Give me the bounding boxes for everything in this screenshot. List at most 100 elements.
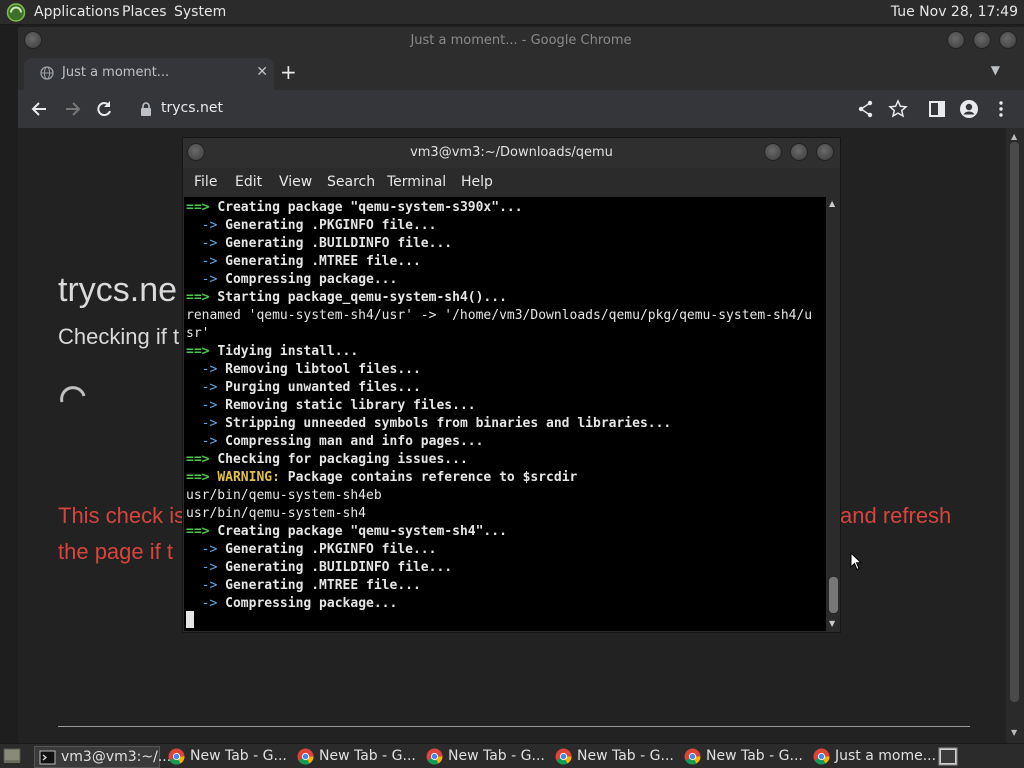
chrome-icon bbox=[555, 748, 572, 765]
site-warning-refresh: and refresh bbox=[840, 503, 952, 528]
lock-icon[interactable] bbox=[140, 102, 152, 116]
taskbar-label: vm3@vm3:~/... bbox=[61, 749, 172, 765]
chrome-toolbar: trycs.net bbox=[18, 90, 1024, 128]
terminal-scrollbar-thumb[interactable] bbox=[829, 577, 838, 613]
address-bar[interactable]: trycs.net bbox=[128, 94, 868, 124]
terminal-scroll-down-icon[interactable]: ▼ bbox=[829, 619, 835, 628]
chrome-icon bbox=[426, 748, 443, 765]
terminal-minimize-button[interactable] bbox=[764, 143, 782, 161]
terminal-scroll-up-icon[interactable]: ▲ bbox=[829, 199, 835, 208]
forward-arrow-icon[interactable] bbox=[62, 99, 82, 119]
bookmark-star-icon[interactable] bbox=[888, 99, 908, 119]
terminal-line: ==> Starting package_qemu-system-sh4()..… bbox=[186, 290, 507, 305]
taskbar-label: New Tab - G... bbox=[319, 748, 416, 764]
taskbar-button[interactable]: New Tab - G... bbox=[680, 746, 806, 768]
bottom-panel: vm3@vm3:~/... New Tab - G... New Tab - G..… bbox=[0, 743, 1024, 768]
terminal-line: -> Generating .PKGINFO file... bbox=[186, 542, 437, 557]
workspace-switcher-icon[interactable] bbox=[938, 747, 958, 766]
globe-icon bbox=[40, 66, 54, 80]
taskbar-button[interactable]: New Tab - G... bbox=[293, 746, 419, 768]
site-checking-text: Checking if t bbox=[58, 324, 180, 349]
tab-label: Just a moment... bbox=[62, 65, 170, 80]
terminal-line: ==> WARNING: Package contains reference … bbox=[186, 470, 578, 485]
menu-applications[interactable]: Applications bbox=[34, 4, 120, 20]
profile-avatar-icon[interactable] bbox=[959, 99, 979, 119]
taskbar-button[interactable]: New Tab - G... bbox=[422, 746, 548, 768]
loading-spinner-icon bbox=[60, 386, 86, 403]
terminal-line: -> Generating .MTREE file... bbox=[186, 578, 421, 593]
back-arrow-icon[interactable] bbox=[30, 99, 50, 119]
terminal-menu-file[interactable]: File bbox=[194, 174, 217, 190]
terminal-line: -> Purging unwanted files... bbox=[186, 380, 421, 395]
taskbar-label: New Tab - G... bbox=[448, 748, 545, 764]
minimize-button[interactable] bbox=[947, 31, 965, 49]
terminal-close-button[interactable] bbox=[816, 143, 834, 161]
mouse-cursor-icon bbox=[850, 552, 862, 571]
chrome-window-title: Just a moment... - Google Chrome bbox=[410, 33, 632, 48]
menu-places[interactable]: Places bbox=[122, 4, 167, 20]
taskbar-label: New Tab - G... bbox=[577, 748, 674, 764]
distro-logo-icon[interactable] bbox=[6, 3, 26, 22]
clock[interactable]: Tue Nov 28, 17:49 bbox=[891, 4, 1018, 20]
terminal-output[interactable]: ==> Creating package "qemu-system-s390x"… bbox=[184, 197, 826, 631]
terminal-line: usr/bin/qemu-system-sh4 bbox=[186, 506, 367, 521]
tab-strip: Just a moment... ✕ bbox=[18, 54, 1024, 90]
more-menu-icon[interactable] bbox=[991, 99, 1011, 119]
scroll-up-icon[interactable]: ▲ bbox=[1011, 132, 1017, 141]
taskbar-label: Just a mome... bbox=[835, 748, 937, 764]
close-window-button[interactable] bbox=[999, 31, 1017, 49]
terminal-line: -> Removing libtool files... bbox=[186, 362, 421, 377]
terminal-line: -> Stripping unneeded symbols from binar… bbox=[186, 416, 672, 431]
terminal-line: -> Compressing package... bbox=[186, 596, 398, 611]
terminal-menubar: File Edit View Search Terminal Help bbox=[183, 168, 840, 196]
terminal-line: -> Generating .PKGINFO file... bbox=[186, 218, 437, 233]
new-tab-button[interactable]: + bbox=[280, 60, 297, 84]
terminal-menu-edit[interactable]: Edit bbox=[235, 174, 262, 190]
taskbar-button[interactable]: Just a mome... bbox=[809, 746, 937, 768]
chrome-icon bbox=[684, 748, 701, 765]
terminal-line: -> Generating .MTREE file... bbox=[186, 254, 421, 269]
terminal-scrollbar[interactable]: ▲ ▼ bbox=[826, 197, 840, 631]
terminal-line: ==> Checking for packaging issues... bbox=[186, 452, 468, 467]
terminal-icon bbox=[39, 750, 56, 765]
terminal-title: vm3@vm3:~/Downloads/qemu bbox=[410, 145, 613, 160]
terminal-menu-help[interactable]: Help bbox=[461, 174, 493, 190]
share-icon[interactable] bbox=[856, 99, 876, 119]
terminal-line: ==> Tidying install... bbox=[186, 344, 359, 359]
terminal-line: -> Generating .BUILDINFO file... bbox=[186, 560, 453, 575]
terminal-window: vm3@vm3:~/Downloads/qemu File Edit View … bbox=[182, 137, 841, 633]
site-heading: trycs.ne bbox=[58, 271, 178, 309]
terminal-line: renamed 'qemu-system-sh4/usr' -> '/home/… bbox=[186, 308, 813, 323]
tab-just-a-moment[interactable]: Just a moment... ✕ bbox=[24, 58, 274, 90]
terminal-line: ==> Creating package "qemu-system-sh4"..… bbox=[186, 524, 507, 539]
terminal-menu-terminal[interactable]: Terminal bbox=[387, 174, 446, 190]
footer-divider bbox=[58, 726, 970, 727]
tab-close-icon[interactable]: ✕ bbox=[256, 64, 268, 80]
reload-icon[interactable] bbox=[94, 99, 114, 119]
terminal-titlebar[interactable]: vm3@vm3:~/Downloads/qemu bbox=[183, 138, 840, 168]
terminal-menu-search[interactable]: Search bbox=[327, 174, 375, 190]
maximize-button[interactable] bbox=[973, 31, 991, 49]
terminal-line: ==> Creating package "qemu-system-s390x"… bbox=[186, 200, 523, 215]
show-desktop-icon[interactable] bbox=[3, 748, 21, 764]
terminal-line: sr' bbox=[186, 326, 210, 341]
scroll-down-icon[interactable]: ▼ bbox=[1011, 728, 1017, 737]
chrome-icon bbox=[168, 748, 185, 765]
terminal-line: -> Compressing man and info pages... bbox=[186, 434, 484, 449]
taskbar-button[interactable]: New Tab - G... bbox=[164, 746, 290, 768]
terminal-line: -> Compressing package... bbox=[186, 272, 398, 287]
taskbar-label: New Tab - G... bbox=[706, 748, 803, 764]
terminal-line: -> Generating .BUILDINFO file... bbox=[186, 236, 453, 251]
taskbar-button[interactable]: vm3@vm3:~/... bbox=[34, 746, 171, 768]
page-scrollbar[interactable]: ▲ ▼ bbox=[1006, 128, 1024, 743]
page-scrollbar-thumb[interactable] bbox=[1010, 142, 1019, 702]
menu-system[interactable]: System bbox=[174, 4, 226, 20]
chrome-titlebar[interactable]: Just a moment... - Google Chrome bbox=[18, 27, 1024, 54]
tab-search-chevron-icon[interactable]: ▼ bbox=[991, 63, 1000, 77]
taskbar-button[interactable]: New Tab - G... bbox=[551, 746, 677, 768]
side-panel-icon[interactable] bbox=[927, 99, 947, 119]
terminal-line: -> Removing static library files... bbox=[186, 398, 476, 413]
terminal-maximize-button[interactable] bbox=[790, 143, 808, 161]
terminal-menu-view[interactable]: View bbox=[279, 174, 312, 190]
taskbar-label: New Tab - G... bbox=[190, 748, 287, 764]
